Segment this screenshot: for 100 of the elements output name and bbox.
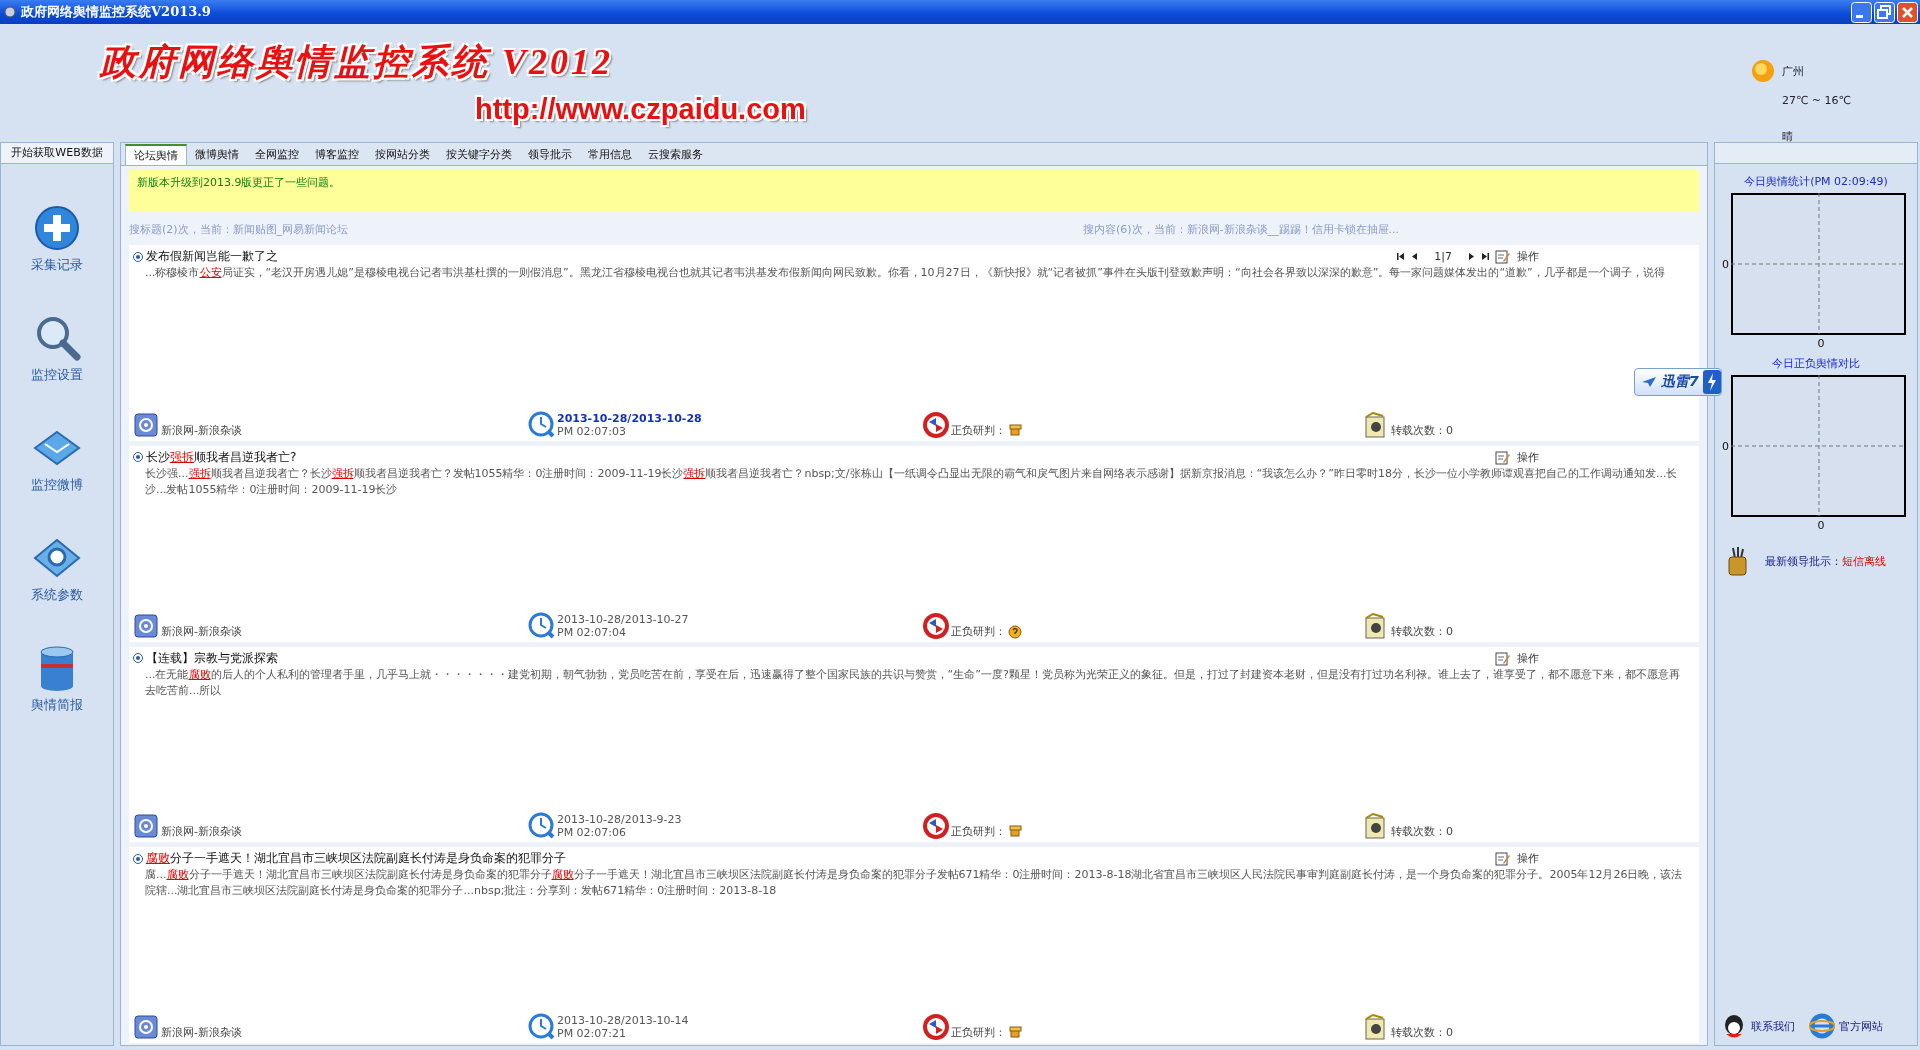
contact-book-icon — [133, 1014, 159, 1040]
weather-condition: 晴 — [1782, 129, 1794, 144]
chart-title: 今日舆情统计(PM 02:09:49) — [1744, 174, 1888, 189]
refresh-icon — [923, 411, 949, 438]
browser-icon — [1809, 1013, 1835, 1039]
bullet-icon — [133, 452, 143, 463]
minimize-button[interactable] — [1851, 1, 1872, 23]
hand-icon — [1008, 1026, 1022, 1040]
refresh-icon — [923, 1014, 949, 1040]
sidebar-item[interactable]: 采集记录 — [31, 204, 83, 274]
refresh-icon — [923, 612, 949, 639]
post-time: PM 02:07:21 — [557, 1027, 628, 1040]
post-time: PM 02:07:06 — [557, 826, 628, 840]
post-excerpt: ...称穆棱市公安局证实，“老汉开房遇儿媳”是穆棱电视台记者韦洪基杜撰的一则假消息”。黑龙江省穆棱电视台也就其记者韦洪基发布假新闻向网民致歉。你看，10月27日，《新快报》就“记者被抓”事件在头版刊登致歉声明：“向社会各界致以深深的歉意”。每一家问题媒体发出的“道歉”，几乎都是一个调子，说得 — [144, 265, 1666, 281]
window-title: 政府网络舆情监控系统V2013.9 — [21, 3, 211, 21]
previous-page-icon — [1411, 252, 1419, 261]
tab[interactable]: 云搜索服务 — [640, 145, 711, 165]
footer-link[interactable]: 联系我们 — [1751, 1018, 1795, 1034]
tab[interactable]: 按网站分类 — [367, 145, 438, 165]
post-title[interactable]: 腐败分子一手遮天！湖北宜昌市三峡坝区法院副庭长付涛是身负命案的犯罪分子 — [146, 850, 566, 868]
clock-icon — [528, 812, 555, 840]
tab[interactable]: 博客监控 — [307, 145, 367, 165]
footer-link[interactable]: 官方网站 — [1839, 1018, 1883, 1034]
instruction-label: 最新领导批示： — [1765, 554, 1842, 568]
download-badge[interactable]: 迅雷7 — [1634, 368, 1722, 396]
action-link[interactable]: 操作 — [1517, 449, 1539, 465]
edit-icon — [1495, 449, 1511, 465]
tab[interactable]: 按关键字分类 — [438, 145, 520, 165]
clock-icon — [528, 1013, 555, 1040]
maximize-button[interactable] — [1874, 1, 1895, 23]
post-date: 2013-10-28/2013-10-14 — [557, 1014, 689, 1027]
weather-city: 广州 — [1782, 63, 1804, 79]
x-tick-label: 0 — [1817, 337, 1825, 350]
hand-icon — [1008, 423, 1022, 438]
hand-icon — [1008, 825, 1022, 840]
repost-count: 转载次数：0 — [1391, 1025, 1453, 1040]
judgment-label: 正负研判： — [951, 623, 1006, 639]
action-link[interactable]: 操作 — [1517, 851, 1539, 867]
post-date: 2013-10-28/2013-10-27 — [557, 612, 689, 626]
post-excerpt: 腐...腐败分子一手遮天！湖北宜昌市三峡坝区法院副庭长付涛是身负命案的犯罪分子腐败分子一手遮天！湖北宜昌市三峡坝区法院副庭长付涛是身负命案的犯罪分子发帖671精华：0注册时间：2013-8-18湖北省宜昌市三峡坝区人民法院民事审判庭副庭长付涛，是一个身负命案的犯罪分子。2005年12月26日晚，该法院辖...湖北宜昌市三峡坝区法院副庭长付涛是身负命案的犯罪分子...nbsp;批注：分享到：发帖671精华：0注册时间：2013-8-18 — [144, 867, 1684, 900]
add-icon — [33, 204, 81, 252]
action-link[interactable]: 操作 — [1517, 650, 1539, 666]
close-button[interactable] — [1897, 1, 1918, 23]
tab[interactable]: 论坛舆情 — [125, 144, 187, 165]
last-page-icon — [1481, 252, 1489, 261]
first-page-icon — [1397, 252, 1406, 261]
post-title[interactable]: 长沙强拆顺我者昌逆我者亡? — [146, 448, 297, 466]
sidebar-item[interactable]: 监控设置 — [31, 314, 83, 384]
post-date: 2013-10-28/2013-10-28 — [557, 411, 702, 425]
tab[interactable]: 领导批示 — [520, 145, 580, 165]
post-title[interactable]: 【连载】宗教与党派探索 — [146, 649, 278, 667]
post-excerpt: ...在无能腐败的后人的个人私利的管理者手里，几乎马上就・・・・・・・建党初期，朝气勃勃，党员吃苦在前，享受在后，迅速赢得了整个国家民族的共识与赞赏，“生命”一度?颗星！党员称为光荣正义的象征。但是，打过了封建资本老财，但是没有打过功名利禄。谁上去了，谁享受了，都不愿意下来，都不愿意再去吃苦前...所以 — [144, 666, 1681, 699]
sidebar-item[interactable]: 系统参数 — [31, 534, 83, 604]
plane-icon — [1641, 376, 1657, 388]
y-tick-label: 0 — [1722, 257, 1729, 271]
post-time: PM 02:07:04 — [557, 625, 628, 639]
edit-icon — [1495, 851, 1511, 867]
clock-icon — [528, 410, 555, 438]
judgment-label: 正负研判： — [951, 1025, 1006, 1040]
judgment-label: 正负研判： — [951, 824, 1006, 840]
question-icon — [1008, 624, 1022, 639]
repost-count: 转载次数：0 — [1391, 623, 1453, 639]
post-source: 新浪网-新浪杂谈 — [161, 1025, 242, 1040]
sidebar-tab[interactable]: 开始获取WEB数据 — [1, 143, 113, 164]
notice-banner: 新版本升级到2013.9版更正了一些问题。 — [129, 170, 1699, 212]
post-title[interactable]: 发布假新闻岂能一歉了之 — [146, 248, 278, 265]
content-search-status: 搜内容(6)次，当前：新浪网-新浪杂谈__踢踢！信用卡锁在抽屉... — [1082, 222, 1399, 237]
post-source: 新浪网-新浪杂谈 — [161, 422, 242, 438]
weather-temperature: 27℃ ~ 16℃ — [1782, 94, 1852, 107]
instruction-status: 短信离线 — [1842, 554, 1886, 568]
bullet-icon — [133, 853, 143, 864]
post-time: PM 02:07:03 — [557, 424, 628, 438]
edit-icon — [1495, 249, 1511, 264]
post-source: 新浪网-新浪杂谈 — [161, 623, 242, 639]
tab[interactable]: 全网监控 — [247, 145, 307, 165]
bullet-icon — [133, 653, 143, 663]
repost-count: 转载次数：0 — [1391, 824, 1453, 840]
bullet-icon — [133, 251, 143, 262]
post-source: 新浪网-新浪杂谈 — [161, 824, 242, 840]
contact-book-icon — [133, 813, 159, 840]
contact-book-icon — [133, 411, 159, 438]
tab[interactable]: 微博舆情 — [187, 145, 247, 165]
lightning-icon — [1702, 370, 1721, 394]
post-date: 2013-10-28/2013-9-23 — [557, 813, 682, 827]
app-icon — [4, 6, 16, 18]
repost-count: 转载次数：0 — [1391, 422, 1453, 438]
sun-icon — [1750, 58, 1776, 84]
action-link[interactable]: 操作 — [1517, 249, 1539, 264]
next-page-icon — [1468, 252, 1475, 261]
chart-title: 今日正负舆情对比 — [1772, 356, 1860, 371]
x-tick-label: 0 — [1817, 519, 1825, 532]
title-search-status: 搜标题(2)次，当前：新闻贴图_网易新闻论坛 — [129, 222, 349, 237]
y-tick-label: 0 — [1722, 439, 1729, 453]
tab[interactable]: 常用信息 — [580, 145, 640, 165]
page-indicator: 1|7 — [1434, 250, 1452, 263]
sidebar-item[interactable]: 监控微博 — [31, 424, 83, 494]
sidebar-item[interactable]: 舆情简报 — [31, 644, 83, 714]
post-excerpt: 长沙强...强拆顺我者昌逆我者亡？长沙强拆顺我者昌逆我者亡？发帖1055精华：0注册时间：2009-11-19长沙强拆顺我者昌逆我者亡？nbsp;文/张栋山【一纸调令凸显出无限的霸气和戾气图片来自网络表示感谢】据新京报消息：“我该怎么办？”昨日零时18分，长沙一位小学教师谭观喜把自己的工作调动通知发...长沙...发帖1055精华：0注册时间：2009-11-19长沙 — [144, 465, 1679, 498]
clock-icon — [528, 611, 555, 639]
edit-icon — [1495, 650, 1511, 666]
